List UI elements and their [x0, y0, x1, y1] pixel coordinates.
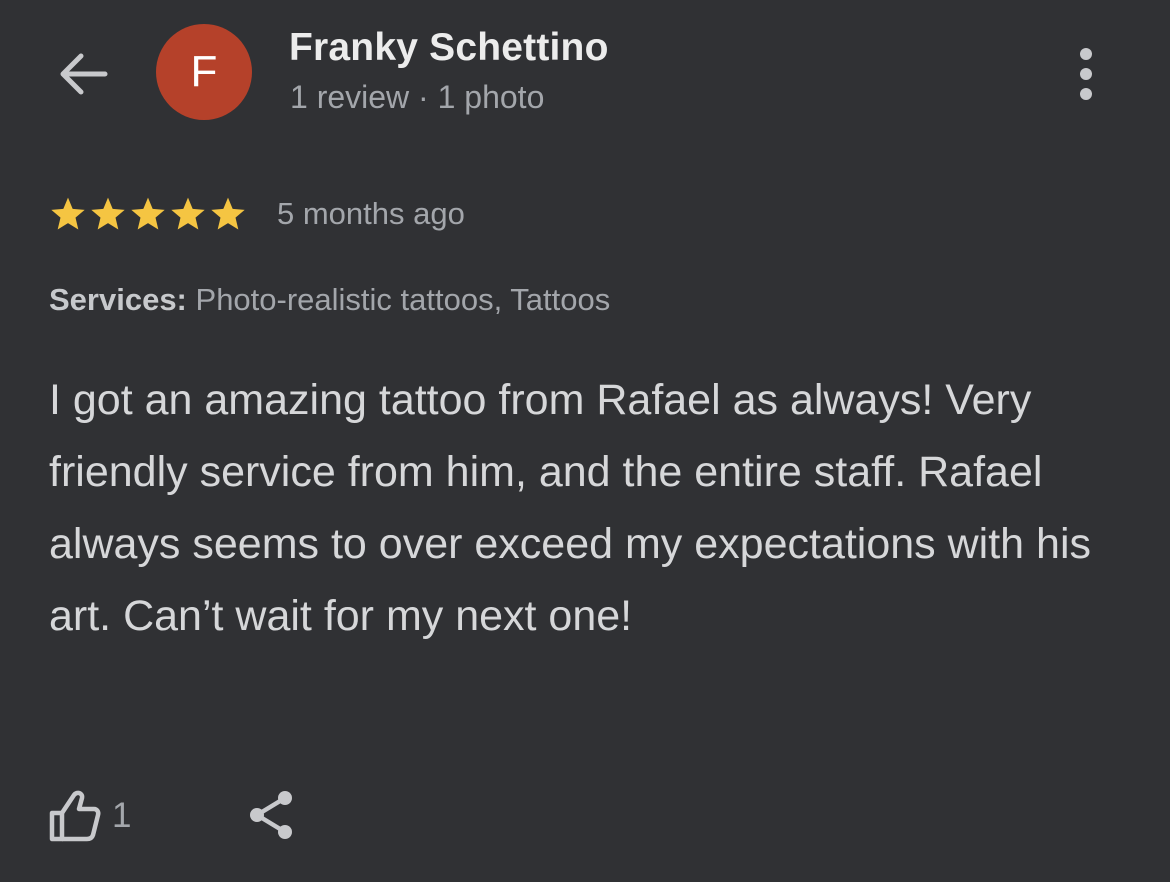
services-value: Photo-realistic tattoos, Tattoos [195, 282, 611, 317]
star-rating [48, 194, 248, 234]
review-detail-page: F Franky Schettino 1 review · 1 photo 5 … [0, 0, 1170, 882]
back-button[interactable] [52, 46, 114, 102]
services-label: Services: [49, 282, 187, 317]
star-icon [51, 197, 85, 230]
more-options-button[interactable] [1064, 42, 1108, 106]
like-count: 1 [112, 796, 132, 835]
avatar-letter: F [190, 47, 218, 96]
avatar[interactable]: F [156, 24, 252, 120]
star-icon [171, 197, 205, 230]
reviewer-meta: 1 review · 1 photo [290, 79, 545, 115]
star-icon [211, 197, 245, 230]
arrow-back-icon [60, 53, 108, 95]
star-icon [131, 197, 165, 230]
share-button[interactable] [238, 782, 304, 848]
like-button[interactable]: 1 [46, 784, 131, 848]
reviewer-name[interactable]: Franky Schettino [289, 26, 609, 70]
review-text: I got an amazing tattoo from Rafael as a… [49, 376, 1092, 640]
review-time: 5 months ago [277, 196, 465, 231]
star-icon [91, 197, 125, 230]
share-icon [250, 791, 292, 839]
thumbs-up-icon [49, 790, 101, 842]
more-vertical-icon [1080, 48, 1092, 100]
services-line: Services: Photo-realistic tattoos, Tatto… [49, 282, 610, 318]
